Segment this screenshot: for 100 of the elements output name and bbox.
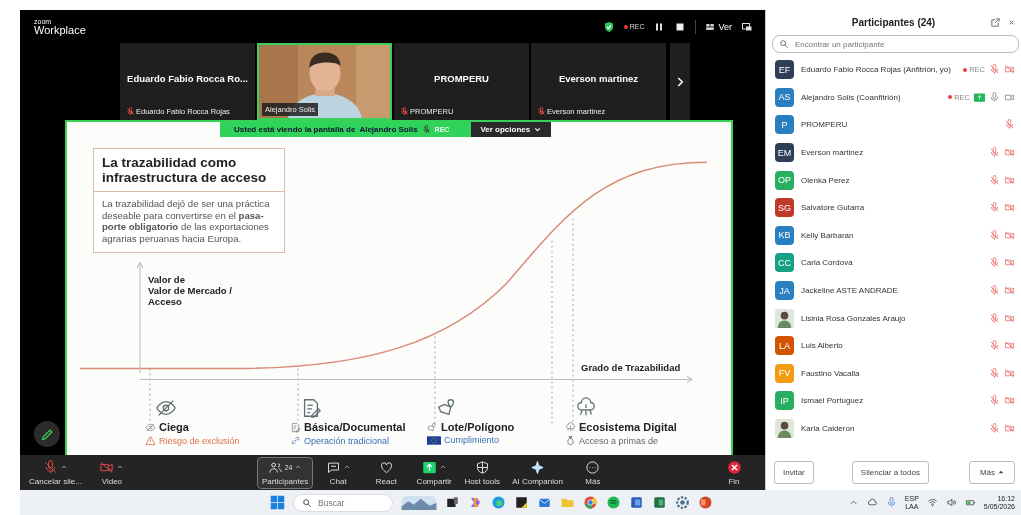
people-icon xyxy=(267,459,283,475)
panel-button[interactable]: Silenciar a todos xyxy=(851,460,929,484)
caret-icon[interactable] xyxy=(342,463,351,471)
window-icon[interactable] xyxy=(741,20,753,33)
eye-slash-icon xyxy=(145,421,156,433)
avatar: EM xyxy=(775,143,794,163)
layout-icon xyxy=(705,21,716,32)
end-button[interactable]: Fin xyxy=(711,456,757,489)
muted-mic-icon xyxy=(42,459,58,475)
more-icon xyxy=(585,459,601,475)
toolbar-button[interactable]: Chat xyxy=(315,456,362,489)
panel-button[interactable]: Invitar xyxy=(774,460,814,484)
annotate-button[interactable] xyxy=(34,421,60,447)
caret-icon[interactable] xyxy=(438,463,447,471)
link-icon xyxy=(290,435,301,446)
map-pin-icon xyxy=(427,421,438,433)
cloud-icon[interactable] xyxy=(866,497,878,508)
caret-icon[interactable] xyxy=(116,463,125,471)
avatar: P xyxy=(775,115,794,135)
caret-icon xyxy=(998,470,1004,474)
participant-row[interactable]: OP Olenka Perez xyxy=(766,166,1021,194)
participant-row[interactable]: IP Ismael Portuguez xyxy=(766,387,1021,415)
browser-icon[interactable] xyxy=(491,495,506,510)
participant-row[interactable]: KB Kelly Barbaran xyxy=(766,221,1021,250)
task-view-icon[interactable] xyxy=(445,495,460,510)
participant-name: Karla Calderon xyxy=(801,424,855,433)
stage-title: Básica/Documental xyxy=(304,421,406,433)
heart-icon xyxy=(378,459,394,475)
shield-check-icon xyxy=(602,20,615,33)
view-button[interactable]: Ver xyxy=(705,21,732,32)
slide-title: La trazabilidad como infraestructura de acceso xyxy=(94,149,284,192)
avatar: EF xyxy=(775,60,794,80)
search-icon xyxy=(302,497,312,508)
wifi-icon[interactable] xyxy=(926,497,938,508)
participant-name: Jackeline ASTE ANDRADE xyxy=(801,286,898,296)
speaker-icon[interactable] xyxy=(945,497,957,508)
battery-icon[interactable] xyxy=(964,497,976,508)
participant-name: Alejandro Solis (Coanfitrión) xyxy=(801,92,901,102)
participant-name: Carla Cordova xyxy=(801,258,853,268)
document-pen-icon xyxy=(290,421,301,433)
avatar: IP xyxy=(775,391,794,411)
cloud-network-icon xyxy=(565,421,576,433)
chat-icon xyxy=(325,459,341,475)
caret-icon[interactable] xyxy=(59,463,68,471)
axis-label: Grado de Trazabilidad xyxy=(581,362,681,373)
presenter-name: Alejandro Solis xyxy=(359,125,418,134)
avatar: KB xyxy=(775,225,794,245)
toolbar-button[interactable]: Host tools xyxy=(459,456,506,489)
mic-icon[interactable] xyxy=(885,497,897,508)
toolbar-button[interactable]: Más xyxy=(569,456,616,489)
toolbar-button[interactable]: Compartir xyxy=(411,456,458,489)
participant-row[interactable]: FV Faustino Vacalla xyxy=(766,359,1021,388)
muted-mic-icon xyxy=(400,107,409,116)
avatar-icon xyxy=(775,419,794,438)
windows-start-icon[interactable] xyxy=(270,495,285,510)
slide-paragraph: La trazabilidad dejó de ser una práctica deseable para convertirse en el pasa-porte obligatorio de las exportaciones agrarias peruanas hacia Europa. xyxy=(101,197,271,246)
avatar: OP xyxy=(775,170,794,190)
popout-icon[interactable] xyxy=(990,17,1001,28)
landscape-thumbnail-icon[interactable] xyxy=(401,495,437,510)
music-app-icon[interactable] xyxy=(606,495,621,510)
participant-row[interactable]: Karla Calderon xyxy=(766,414,1021,443)
toolbar-button[interactable]: React xyxy=(363,456,410,489)
flag-icon xyxy=(427,435,441,445)
caret-icon[interactable] xyxy=(294,463,303,471)
toolbar-button[interactable]: Cancelar sile... xyxy=(24,456,87,489)
participant-row[interactable]: Lisinia Rosa Gonzales Araujo xyxy=(766,304,1021,332)
participant-row[interactable]: EM Everson martinez xyxy=(766,138,1021,167)
participant-row[interactable]: LA Luis Alberto xyxy=(766,331,1021,360)
participant-name: Eduardo Fabio Rocca Rojas (Anfitrión, yo) xyxy=(801,65,951,75)
search-field[interactable]: Buscar xyxy=(293,493,393,512)
avatar: LA xyxy=(775,336,794,356)
sparkle-icon xyxy=(530,459,545,475)
more-menu-button[interactable]: Más xyxy=(968,460,1015,484)
muted-mic-icon xyxy=(421,125,431,134)
stage-note: Cumplimiento xyxy=(444,435,500,445)
avatar-icon xyxy=(775,308,794,328)
stage-note: Acceso a primas de xyxy=(579,435,659,446)
search-icon xyxy=(779,39,789,49)
panel-title: Participantes (24) xyxy=(851,17,936,28)
banner-text: Usted está viendo la pantalla de xyxy=(234,125,356,134)
participant-row[interactable]: P PROMPERU xyxy=(766,111,1021,139)
stage-note: Riesgo de exclusión xyxy=(159,435,240,446)
view-options-button[interactable]: Ver opciones xyxy=(471,122,552,137)
sticky-note-icon[interactable] xyxy=(514,495,529,510)
participant-name: Kelly Barbaran xyxy=(801,230,854,240)
avatar: AS xyxy=(775,87,794,107)
avatar: FV xyxy=(775,363,794,383)
close-icon xyxy=(726,459,742,475)
gear-icon[interactable] xyxy=(675,495,690,510)
search-field[interactable]: Encontrar un participante xyxy=(772,35,1019,53)
logo-text: Workplace xyxy=(34,24,86,36)
participant-row[interactable]: JA Jackeline ASTE ANDRADE xyxy=(766,276,1021,305)
toolbar-button[interactable]: AI Companion xyxy=(507,456,568,489)
stage-title: Ecosistema Digital xyxy=(579,421,677,433)
participant-row[interactable]: CC Carla Cordova xyxy=(766,249,1021,277)
chevron-down-icon xyxy=(533,125,543,134)
toolbar-button[interactable]: Video xyxy=(88,456,135,489)
participant-row[interactable]: SG Salvatore Gutarra xyxy=(766,193,1021,222)
participant-name: Everson martinez xyxy=(558,73,639,84)
stage-title: Lote/Polígono xyxy=(441,421,515,433)
